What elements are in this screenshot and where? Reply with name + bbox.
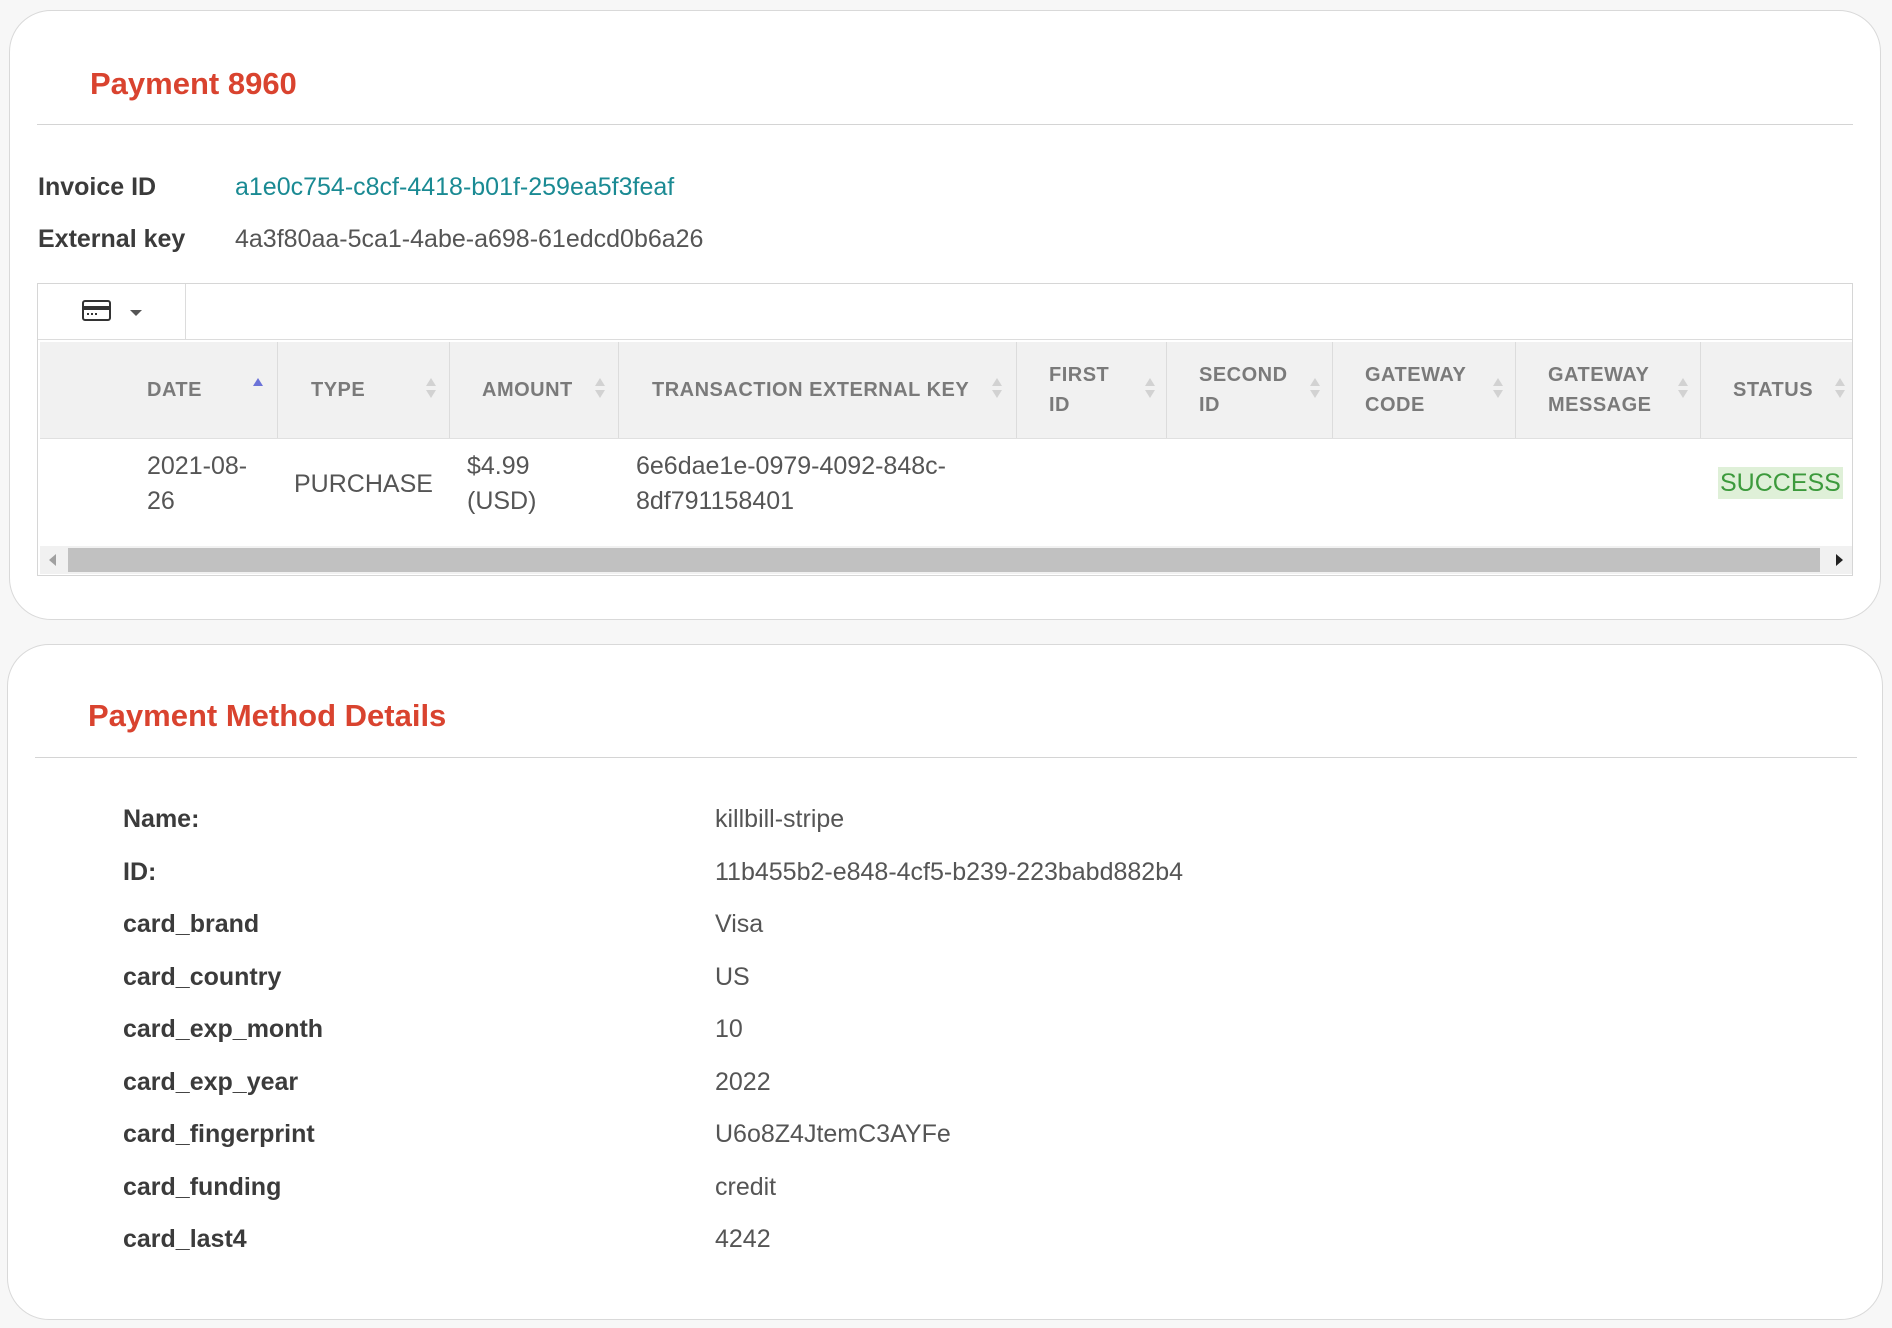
field-value-card-funding: credit xyxy=(715,1173,777,1201)
sort-icon xyxy=(595,376,605,400)
scroll-right-arrow-icon[interactable] xyxy=(1836,554,1843,566)
field-value-card-country: US xyxy=(715,963,750,991)
sort-ascending-icon xyxy=(253,376,263,400)
column-header-amount-label: AMOUNT xyxy=(482,379,573,401)
external-key-label: External key xyxy=(38,225,186,253)
field-label-card-funding: card_funding xyxy=(123,1173,282,1201)
column-header-second-id[interactable]: SECOND ID xyxy=(1167,342,1333,438)
column-header-amount[interactable]: AMOUNT xyxy=(450,342,619,438)
column-header-type-label: TYPE xyxy=(311,379,366,401)
sort-icon xyxy=(426,376,436,400)
horizontal-scrollbar[interactable] xyxy=(40,546,1852,574)
field-value-card-fingerprint: U6o8Z4JtemC3AYFe xyxy=(715,1120,951,1148)
sort-icon xyxy=(1835,376,1845,400)
external-key-value: 4a3f80aa-5ca1-4abe-a698-61edcd0b6a26 xyxy=(235,225,704,253)
field-value-card-brand: Visa xyxy=(715,910,764,938)
column-header-gateway-message-label: GATEWAY xyxy=(1548,364,1650,386)
field-label-card-brand: card_brand xyxy=(123,910,260,938)
column-header-transaction-external-key-label: TRANSACTION EXTERNAL KEY xyxy=(652,379,970,401)
column-header-gateway-code-label: GATEWAY xyxy=(1365,364,1467,386)
sort-icon xyxy=(1678,376,1688,400)
column-header-gateway-message[interactable]: GATEWAY MESSAGE xyxy=(1516,342,1701,438)
table-row: 2021-08- 26 PURCHASE $4.99 (USD) 6e6dae1… xyxy=(40,439,1852,537)
cell-amount: $4.99 xyxy=(467,452,530,480)
payment-panel: Payment 8960 Invoice ID a1e0c754-c8cf-44… xyxy=(9,10,1881,620)
cell-date-line2: 26 xyxy=(147,487,175,515)
caret-down-icon xyxy=(130,310,142,316)
field-label-card-country: card_country xyxy=(123,963,282,991)
column-header-transaction-external-key[interactable]: TRANSACTION EXTERNAL KEY xyxy=(619,342,1017,438)
column-header-date[interactable]: DATE xyxy=(40,342,278,438)
field-value-name: killbill-stripe xyxy=(715,805,845,833)
field-label-card-exp-month: card_exp_month xyxy=(123,1015,324,1043)
column-header-status-label: STATUS xyxy=(1733,379,1814,401)
column-header-gateway-message-label-2: MESSAGE xyxy=(1548,394,1652,416)
cell-date: 2021-08- xyxy=(147,452,248,480)
payment-title: Payment 8960 xyxy=(90,66,297,101)
invoice-id-link[interactable]: a1e0c754-c8cf-4418-b01f-259ea5f3feaf xyxy=(235,173,674,202)
table-toolbar xyxy=(38,284,1852,340)
scrollbar-thumb[interactable] xyxy=(68,548,1820,572)
field-value-card-exp-month: 10 xyxy=(715,1015,743,1043)
scroll-left-arrow-icon[interactable] xyxy=(49,554,56,566)
column-header-first-id[interactable]: FIRST ID xyxy=(1017,342,1167,438)
sort-icon xyxy=(1145,376,1155,400)
payment-title-divider xyxy=(37,124,1853,125)
cell-transaction-external-key: 6e6dae1e-0979-4092-848c- xyxy=(636,452,946,480)
column-header-date-label: DATE xyxy=(147,379,202,401)
payment-method-title: Payment Method Details xyxy=(88,698,447,733)
credit-card-icon xyxy=(82,300,111,321)
field-label-id: ID: xyxy=(123,858,157,886)
table-header: DATE TYPE AMOUNT TRANSACTION EXTERNAL KE… xyxy=(40,342,1852,439)
column-header-status[interactable]: STATUS xyxy=(1701,342,1852,438)
sort-icon xyxy=(1310,376,1320,400)
cell-transaction-external-key-line2: 8df791158401 xyxy=(636,487,795,515)
field-label-card-exp-year: card_exp_year xyxy=(123,1068,299,1096)
field-label-name: Name: xyxy=(123,805,200,833)
column-header-second-id-label: SECOND xyxy=(1199,364,1288,386)
cell-amount-currency: (USD) xyxy=(467,487,537,515)
field-label-card-fingerprint: card_fingerprint xyxy=(123,1120,315,1148)
column-header-type[interactable]: TYPE xyxy=(278,342,450,438)
field-value-id: 11b455b2-e848-4cf5-b239-223babd882b4 xyxy=(715,858,1184,886)
column-visibility-button[interactable] xyxy=(38,284,186,339)
invoice-id-label: Invoice ID xyxy=(38,173,157,201)
payment-method-title-divider xyxy=(35,757,1857,758)
sort-icon xyxy=(1493,376,1503,400)
field-value-card-exp-year: 2022 xyxy=(715,1068,771,1096)
column-header-first-id-label-2: ID xyxy=(1049,394,1070,416)
field-label-card-last4: card_last4 xyxy=(123,1225,247,1253)
payment-method-panel: Payment Method Details Name: killbill-st… xyxy=(7,644,1883,1320)
field-value-card-last4: 4242 xyxy=(715,1225,771,1253)
cell-type: PURCHASE xyxy=(294,470,433,498)
column-header-first-id-label: FIRST xyxy=(1049,364,1110,386)
transactions-table: DATE TYPE AMOUNT TRANSACTION EXTERNAL KE… xyxy=(37,283,1853,576)
column-header-second-id-label-2: ID xyxy=(1199,394,1220,416)
sort-icon xyxy=(992,376,1002,400)
status-badge: SUCCESS xyxy=(1718,467,1843,499)
column-header-gateway-code-label-2: CODE xyxy=(1365,394,1425,416)
column-header-gateway-code[interactable]: GATEWAY CODE xyxy=(1333,342,1516,438)
